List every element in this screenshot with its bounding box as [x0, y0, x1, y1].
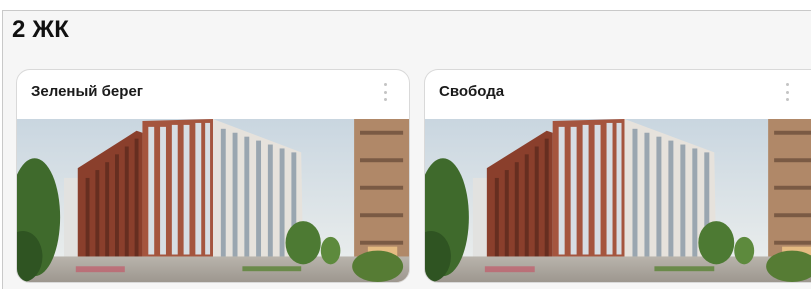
complex-photo[interactable] — [17, 119, 409, 282]
complex-card[interactable]: Свобода — [424, 69, 811, 283]
complex-photo[interactable] — [425, 119, 811, 282]
more-vertical-icon[interactable] — [378, 80, 392, 104]
building-photo-illustration — [17, 119, 409, 282]
complex-card[interactable]: Зеленый берег — [16, 69, 410, 283]
section-title: 2 ЖК — [12, 16, 70, 43]
complex-card-title: Зеленый берег — [31, 83, 144, 100]
building-photo-illustration — [425, 119, 811, 282]
more-vertical-icon[interactable] — [780, 80, 794, 104]
complex-card-title: Свобода — [439, 83, 505, 100]
